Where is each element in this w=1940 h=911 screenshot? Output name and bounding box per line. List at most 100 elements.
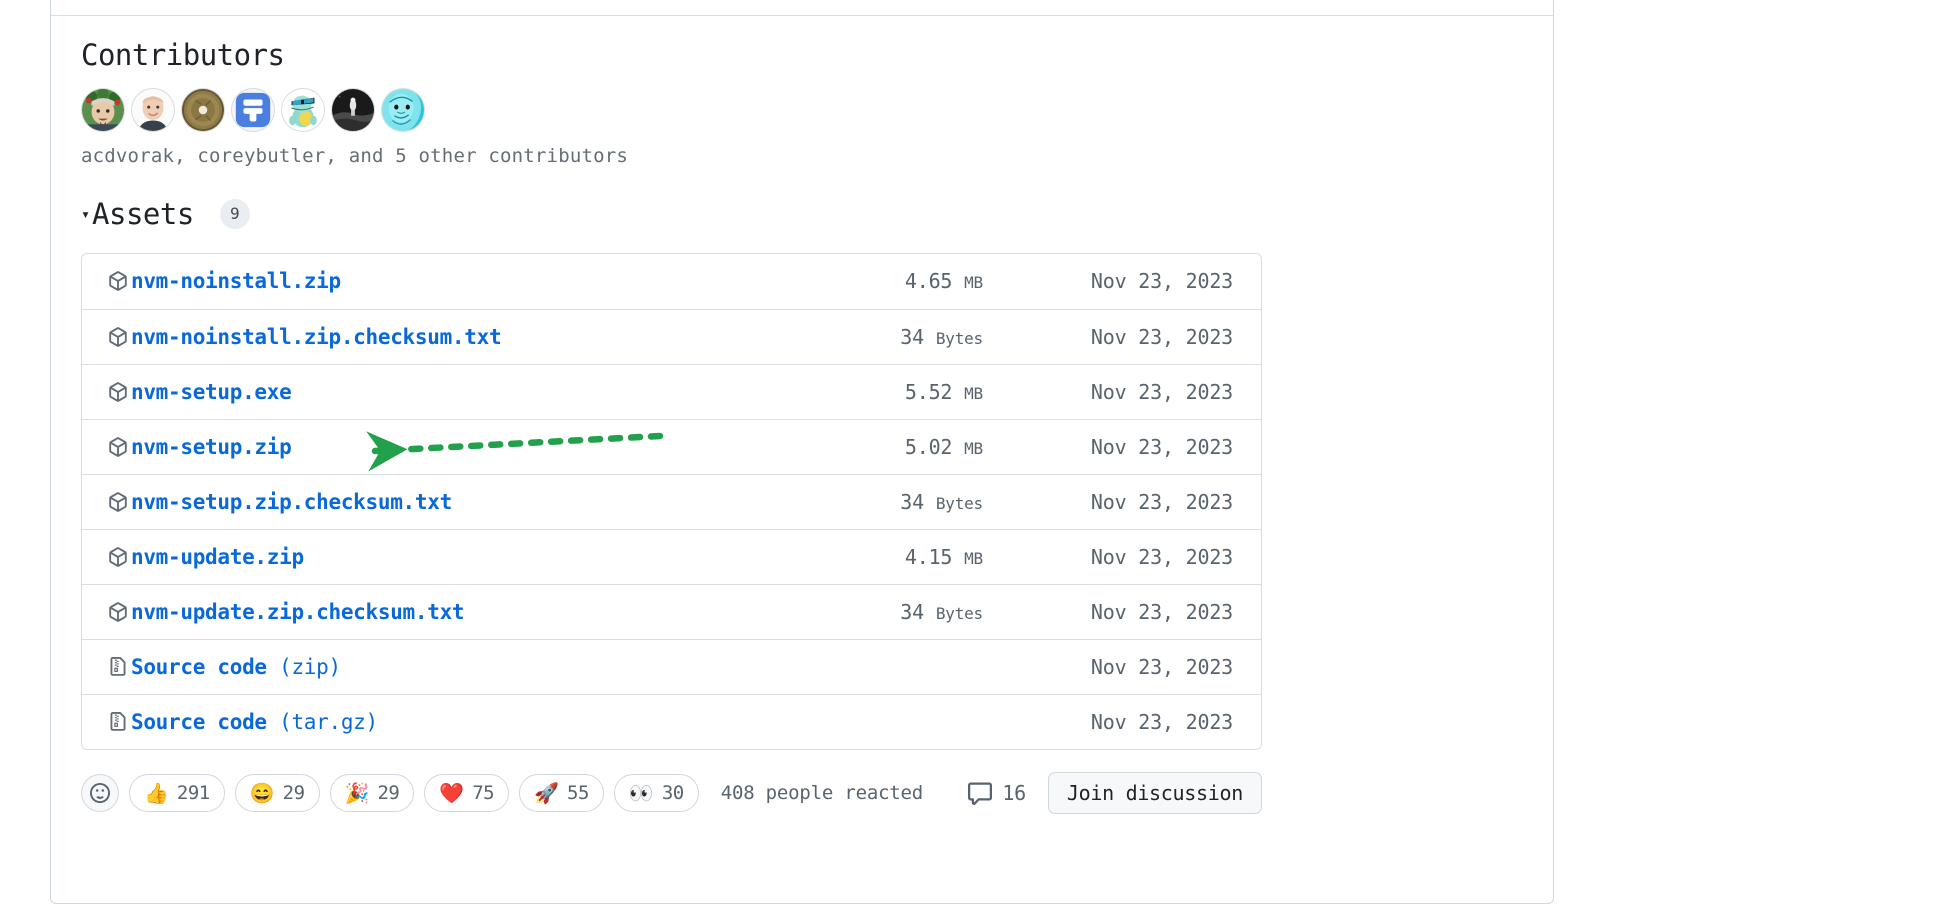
comment-count: 16 — [1002, 780, 1026, 805]
package-icon — [108, 382, 128, 402]
asset-row[interactable]: nvm-setup.zip 5.02 MB Nov 23, 2023 — [82, 418, 1261, 474]
hooray-icon: 🎉 — [344, 780, 370, 805]
asset-row[interactable]: Source code (tar.gz) Nov 23, 2023 — [82, 693, 1261, 749]
thumbs-up-icon: 👍 — [144, 780, 169, 805]
asset-row[interactable]: nvm-noinstall.zip.checksum.txt 34 Bytes No… — [82, 308, 1261, 364]
assets-count-badge: 9 — [219, 198, 250, 229]
asset-size-unit: Bytes — [935, 603, 983, 623]
package-icon — [108, 437, 128, 457]
asset-date: Nov 23, 2023 — [1090, 379, 1233, 404]
heart-icon: ❤️ — [439, 780, 465, 805]
asset-link[interactable]: nvm-update.zip — [131, 545, 304, 569]
avatar-cyan-face[interactable] — [381, 87, 425, 132]
eyes-icon: 👀 — [628, 780, 654, 805]
file-zip-icon — [108, 711, 128, 732]
asset-size: 34 Bytes — [900, 489, 983, 514]
reaction-count: 55 — [567, 781, 589, 804]
contributors-heading: Contributors — [81, 38, 285, 72]
asset-name-cell: nvm-setup.zip.checksum.txt — [108, 490, 753, 514]
asset-name-cell: Source code (tar.gz) — [108, 710, 753, 734]
reacted-summary: 408 people reacted — [720, 781, 924, 804]
asset-name-cell: nvm-noinstall.zip — [108, 269, 753, 293]
avatar-moon[interactable] — [331, 87, 375, 132]
join-discussion-button[interactable]: Join discussion — [1047, 771, 1262, 814]
asset-date: Nov 23, 2023 — [1090, 544, 1233, 569]
asset-name-cell: nvm-noinstall.zip.checksum.txt — [108, 325, 753, 349]
smiley-plus-icon — [90, 782, 110, 803]
avatar-squirtle[interactable] — [281, 87, 325, 132]
asset-size: 4.65 MB — [904, 269, 983, 294]
asset-date: Nov 23, 2023 — [1090, 599, 1233, 624]
reaction-count: 29 — [282, 781, 305, 804]
asset-link-suffix: (tar.gz) — [279, 709, 378, 734]
package-icon — [108, 327, 128, 347]
avatar-coreybutler[interactable] — [131, 87, 175, 132]
asset-link-suffix: (zip) — [279, 654, 341, 679]
reaction-count: 29 — [377, 781, 400, 804]
reaction-rocket[interactable]: 🚀 55 — [519, 773, 604, 812]
asset-date: Nov 23, 2023 — [1090, 269, 1233, 294]
reaction-heart[interactable]: ❤️ 75 — [424, 773, 510, 812]
asset-name-cell: Source code (zip) — [108, 655, 753, 679]
card-body: Contributors acdvorak, coreybutler, and … — [51, 16, 1553, 814]
asset-name-cell: nvm-update.zip.checksum.txt — [108, 600, 753, 624]
asset-date: Nov 23, 2023 — [1090, 489, 1233, 514]
asset-link[interactable]: Source code (zip) — [131, 655, 341, 679]
release-card: Contributors acdvorak, coreybutler, and … — [50, 0, 1554, 904]
assets-heading: Assets — [92, 196, 194, 231]
discussion-group: 16 Join discussion — [968, 771, 1262, 814]
reaction-count: 291 — [176, 781, 210, 804]
asset-row[interactable]: nvm-update.zip 4.15 MB Nov 23, 2023 — [82, 528, 1261, 584]
asset-row[interactable]: nvm-noinstall.zip 4.65 MB Nov 23, 2023 — [82, 254, 1261, 309]
package-icon — [108, 492, 128, 512]
asset-row[interactable]: Source code (zip) Nov 23, 2023 — [82, 638, 1261, 694]
reaction-count: 75 — [472, 781, 495, 804]
package-icon — [108, 602, 128, 622]
reaction-eyes[interactable]: 👀 30 — [613, 773, 699, 812]
asset-size: 5.02 MB — [904, 434, 983, 459]
asset-size-unit: MB — [964, 383, 983, 403]
reaction-thumbs-up[interactable]: 👍 291 — [129, 773, 225, 812]
asset-date: Nov 23, 2023 — [1090, 324, 1233, 349]
asset-size-unit: MB — [964, 273, 983, 293]
asset-row[interactable]: nvm-setup.exe 5.52 MB Nov 23, 2023 — [82, 363, 1261, 419]
asset-name-cell: nvm-setup.exe — [108, 380, 753, 404]
chevron-down-icon[interactable]: ▾ — [81, 207, 90, 222]
add-reaction-button[interactable] — [81, 773, 119, 812]
avatar-acdvorak[interactable] — [81, 87, 125, 132]
asset-link[interactable]: nvm-noinstall.zip.checksum.txt — [131, 325, 502, 349]
reaction-hooray[interactable]: 🎉 29 — [329, 773, 415, 812]
contributors-summary: acdvorak, coreybutler, and 5 other contr… — [81, 144, 629, 167]
asset-row[interactable]: nvm-setup.zip.checksum.txt 34 Bytes Nov 23… — [82, 473, 1261, 529]
asset-link[interactable]: nvm-setup.exe — [131, 380, 292, 404]
asset-name-cell: nvm-update.zip — [108, 545, 753, 569]
avatar-logo[interactable] — [231, 87, 275, 132]
asset-name-cell: nvm-setup.zip — [108, 435, 753, 459]
reaction-laugh[interactable]: 😄 29 — [234, 773, 320, 812]
avatar-coin[interactable] — [181, 87, 225, 132]
asset-size: 34 Bytes — [900, 324, 983, 349]
assets-header[interactable]: ▾ Assets 9 — [81, 197, 1523, 231]
rocket-icon: 🚀 — [534, 780, 560, 805]
package-icon — [108, 271, 128, 292]
asset-link[interactable]: nvm-noinstall.zip — [131, 269, 341, 293]
asset-size-unit: MB — [964, 438, 983, 458]
asset-size-unit: MB — [964, 548, 983, 568]
asset-size: 34 Bytes — [900, 599, 983, 624]
asset-date: Nov 23, 2023 — [1090, 654, 1233, 679]
package-icon — [108, 547, 128, 567]
asset-size-unit: Bytes — [935, 493, 983, 513]
asset-size: 5.52 MB — [904, 379, 983, 404]
asset-size-unit: Bytes — [935, 328, 983, 348]
asset-link[interactable]: Source code (tar.gz) — [131, 710, 378, 734]
reactions-bar: 👍 291 😄 29 🎉 29 ❤️ 75 🚀 55 👀 30 408 peop… — [81, 771, 1262, 814]
asset-link[interactable]: nvm-update.zip.checksum.txt — [131, 600, 465, 624]
assets-table: nvm-noinstall.zip 4.65 MB Nov 23, 2023 nvm-… — [81, 252, 1262, 750]
asset-date: Nov 23, 2023 — [1090, 434, 1233, 459]
asset-link[interactable]: nvm-setup.zip — [131, 435, 292, 459]
asset-link[interactable]: nvm-setup.zip.checksum.txt — [131, 490, 452, 514]
asset-row[interactable]: nvm-update.zip.checksum.txt 34 Bytes Nov 2… — [82, 583, 1261, 639]
laugh-icon: 😄 — [249, 780, 275, 805]
contributor-avatar-row — [81, 87, 1523, 132]
reaction-count: 30 — [661, 781, 684, 804]
